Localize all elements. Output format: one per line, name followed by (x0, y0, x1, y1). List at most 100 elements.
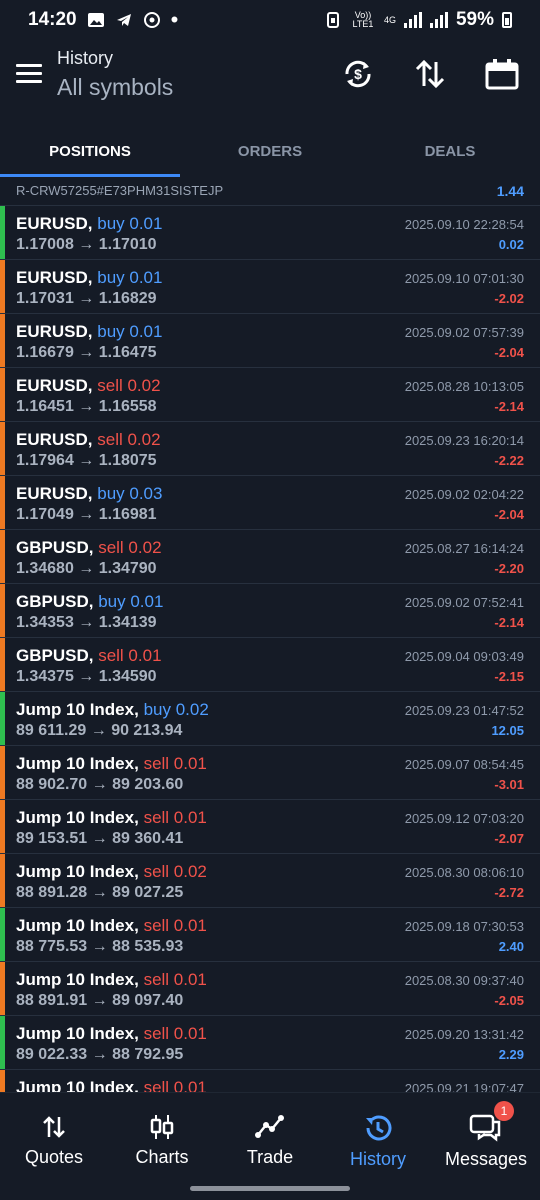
nav-messages[interactable]: 1 Messages (432, 1093, 540, 1177)
position-time: 2025.09.23 01:47:52 (404, 703, 524, 718)
position-title: GBPUSD, buy 0.01 (16, 592, 163, 612)
tab-deals[interactable]: DEALS (360, 125, 540, 177)
position-row[interactable]: Jump 10 Index, sell 0.01 89 153.51 → 89 3… (0, 800, 540, 854)
tab-bar: POSITIONS ORDERS DEALS (0, 125, 540, 177)
result-edge-marker (0, 206, 5, 259)
nav-charts[interactable]: Charts (108, 1093, 216, 1177)
position-time: 2025.09.10 22:28:54 (404, 217, 524, 232)
lock-battery-icon (326, 12, 339, 28)
position-profit: 2.40 (498, 939, 524, 954)
whatsapp-icon (143, 12, 160, 28)
position-title: Jump 10 Index, sell 0.01 (16, 916, 207, 936)
nav-history[interactable]: History (324, 1093, 432, 1177)
price-range: 88 891.28 → 89 027.25 (16, 884, 184, 901)
trade-direction: sell 0.01 (143, 808, 207, 827)
trade-direction: sell 0.01 (143, 916, 207, 935)
position-title: Jump 10 Index, sell 0.01 (16, 754, 207, 774)
position-profit: -2.72 (494, 885, 524, 900)
price-range: 89 153.51 → 89 360.41 (16, 830, 184, 847)
trade-direction: buy 0.01 (97, 268, 163, 287)
position-title: EURUSD, buy 0.01 (16, 268, 162, 288)
battery-icon (502, 12, 512, 28)
menu-icon[interactable] (16, 64, 42, 84)
position-profit: -2.20 (494, 561, 524, 576)
result-edge-marker (0, 1016, 5, 1069)
status-time: 14:20 (28, 9, 77, 30)
calendar-icon[interactable] (484, 56, 520, 92)
position-title: EURUSD, sell 0.02 (16, 430, 161, 450)
trade-line-icon (255, 1115, 284, 1138)
result-edge-marker (0, 368, 5, 421)
position-row[interactable]: GBPUSD, buy 0.01 1.34353 → 1.34139 2025.09… (0, 584, 540, 638)
position-profit: -3.01 (494, 777, 524, 792)
positions-list[interactable]: EURUSD, buy 0.01 1.17008 → 1.17010 2025.09… (0, 206, 540, 1092)
position-row[interactable]: Jump 10 Index, sell 0.02 88 891.28 → 89 0… (0, 854, 540, 908)
position-time: 2025.09.10 07:01:30 (404, 271, 524, 286)
symbol-name: Jump 10 Index, (16, 916, 139, 935)
position-row[interactable]: EURUSD, sell 0.02 1.17964 → 1.18075 2025.0… (0, 422, 540, 476)
result-edge-marker (0, 692, 5, 745)
position-row[interactable]: Jump 10 Index, sell 0.01 88 891.91 → 89 0… (0, 962, 540, 1016)
trade-direction: sell 0.02 (97, 376, 161, 395)
symbol-name: Jump 10 Index, (16, 862, 139, 881)
position-row[interactable]: Jump 10 Index, buy 0.02 89 611.29 → 90 21… (0, 692, 540, 746)
position-row[interactable]: Jump 10 Index, sell 0.01 89 022.33 → 88 7… (0, 1016, 540, 1070)
position-row[interactable]: EURUSD, buy 0.03 1.17049 → 1.16981 2025.09… (0, 476, 540, 530)
tab-orders[interactable]: ORDERS (180, 125, 360, 177)
position-row[interactable]: GBPUSD, sell 0.02 1.34680 → 1.34790 2025.0… (0, 530, 540, 584)
position-time: 2025.08.30 08:06:10 (404, 865, 524, 880)
position-profit: -2.02 (494, 291, 524, 306)
position-profit: 12.05 (491, 723, 524, 738)
notification-dot-icon: • (170, 7, 179, 32)
nav-quotes[interactable]: Quotes (0, 1093, 108, 1177)
trade-direction: buy 0.02 (143, 700, 209, 719)
position-row[interactable]: GBPUSD, sell 0.01 1.34375 → 1.34590 2025.0… (0, 638, 540, 692)
position-title: Jump 10 Index, sell 0.01 (16, 808, 207, 828)
telegram-icon (116, 14, 131, 26)
symbol-name: Jump 10 Index, (16, 754, 139, 773)
trade-direction: sell 0.01 (143, 970, 207, 989)
position-row[interactable]: EURUSD, sell 0.02 1.16451 → 1.16558 2025.0… (0, 368, 540, 422)
sync-money-icon[interactable]: $ (340, 56, 376, 92)
position-row[interactable]: EURUSD, buy 0.01 1.16679 → 1.16475 2025.09… (0, 314, 540, 368)
tab-positions[interactable]: POSITIONS (0, 125, 180, 177)
trade-direction: sell 0.01 (143, 1078, 207, 1092)
position-time: 2025.08.27 16:14:24 (404, 541, 524, 556)
position-profit: -2.07 (494, 831, 524, 846)
position-time: 2025.09.02 07:52:41 (404, 595, 524, 610)
symbol-name: EURUSD, (16, 430, 93, 449)
price-range: 89 022.33 → 88 792.95 (16, 1046, 184, 1063)
position-row[interactable]: Jump 10 Index, sell 0.01 2025.09.21 19:07… (0, 1070, 540, 1092)
position-time: 2025.09.23 16:20:14 (404, 433, 524, 448)
result-edge-marker (0, 638, 5, 691)
position-row[interactable]: Jump 10 Index, sell 0.01 88 902.70 → 89 2… (0, 746, 540, 800)
position-title: EURUSD, buy 0.01 (16, 214, 162, 234)
result-edge-marker (0, 260, 5, 313)
position-row[interactable]: Jump 10 Index, sell 0.01 88 775.53 → 88 5… (0, 908, 540, 962)
position-row[interactable]: EURUSD, buy 0.01 1.17031 → 1.16829 2025.09… (0, 260, 540, 314)
position-row[interactable]: EURUSD, buy 0.01 1.17008 → 1.17010 2025.09… (0, 206, 540, 260)
trade-direction: sell 0.02 (143, 862, 207, 881)
symbol-name: EURUSD, (16, 268, 93, 287)
trade-direction: sell 0.01 (98, 646, 162, 665)
position-time: 2025.09.12 07:03:20 (404, 811, 524, 826)
position-time: 2025.09.07 08:54:45 (404, 757, 524, 772)
position-title: EURUSD, buy 0.01 (16, 322, 162, 342)
home-indicator[interactable] (190, 1186, 350, 1191)
price-range: 1.17964 → 1.18075 (16, 452, 157, 469)
symbol-filter[interactable]: All symbols (57, 74, 173, 101)
position-time: 2025.08.30 09:37:40 (404, 973, 524, 988)
result-edge-marker (0, 422, 5, 475)
sort-icon[interactable] (412, 56, 448, 92)
status-bar: 14:20 • Vo)) LTE1 4G 59% (0, 0, 540, 40)
app-header: History All symbols $ (0, 40, 540, 110)
price-range: 88 775.53 → 88 535.93 (16, 938, 184, 955)
symbol-name: Jump 10 Index, (16, 970, 139, 989)
account-summary-row: R-CRW57255#E73PHM31SISTEJP 1.44 (0, 180, 540, 206)
position-title: Jump 10 Index, sell 0.02 (16, 862, 207, 882)
nav-trade[interactable]: Trade (216, 1093, 324, 1177)
result-edge-marker (0, 962, 5, 1015)
result-edge-marker (0, 908, 5, 961)
symbol-name: GBPUSD, (16, 646, 94, 665)
position-time: 2025.09.18 07:30:53 (404, 919, 524, 934)
